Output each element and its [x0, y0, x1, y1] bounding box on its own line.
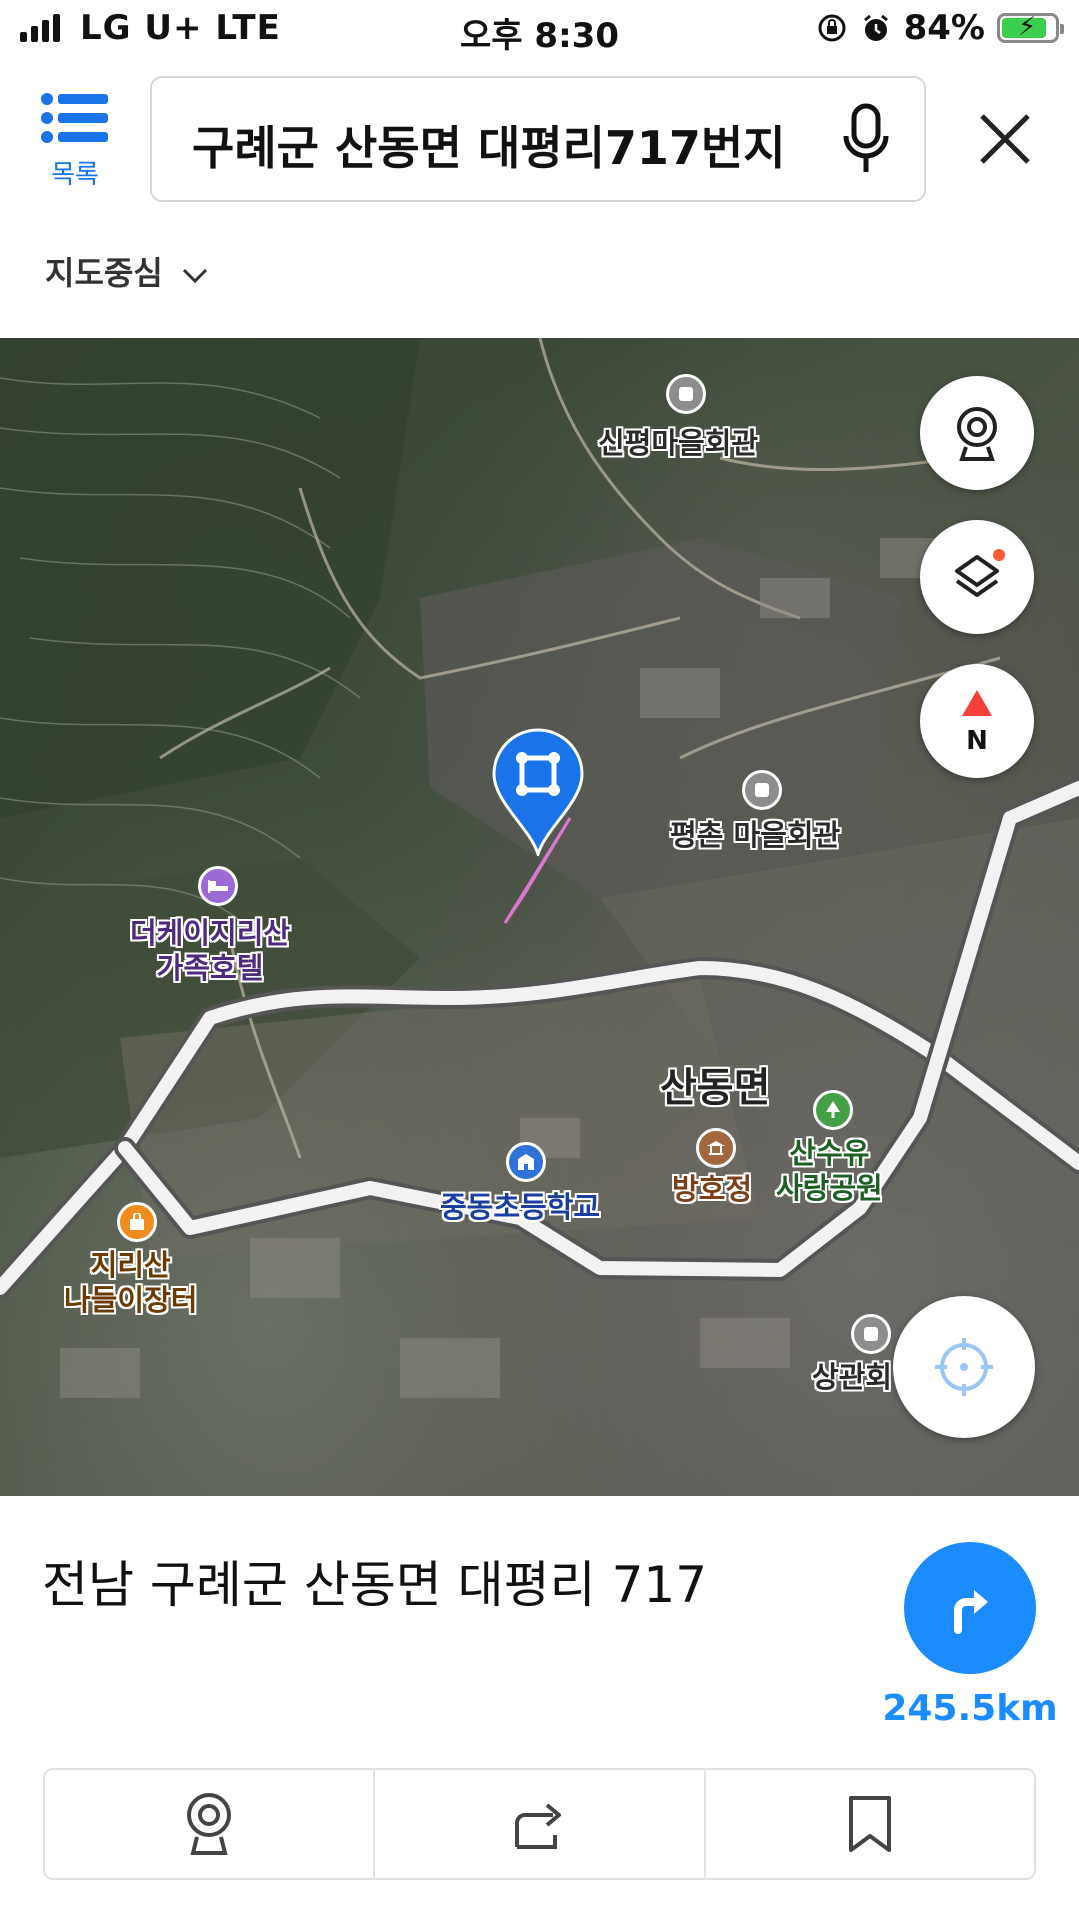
school-icon [518, 1154, 534, 1170]
shopping-marker[interactable] [117, 1202, 157, 1242]
tree-icon [826, 1101, 840, 1118]
action-bar [43, 1768, 1036, 1880]
village-hall-marker[interactable] [742, 770, 782, 810]
poi-label-park-line1: 산수유 [789, 1136, 870, 1170]
street-view-action[interactable] [45, 1770, 376, 1878]
compass-north-label: N [966, 726, 988, 756]
alarm-icon [863, 14, 888, 41]
map-layers-button[interactable] [920, 520, 1034, 634]
share-action[interactable] [375, 1770, 706, 1878]
list-icon [41, 93, 108, 143]
poi-label-hotel[interactable]: 더케이지리산 가족호텔 [130, 916, 290, 986]
village-hall-marker[interactable] [666, 374, 706, 414]
satellite-map[interactable]: 신평마을회관 평촌 마을회관 더케이지리산 가족호텔 산동면 산수유 사랑공원 … [0, 338, 1079, 1496]
poi-label-market-line2: 나들이장터 [64, 1282, 198, 1317]
pavilion-icon [707, 1141, 725, 1155]
poi-label-market-line1: 지리산 [90, 1248, 171, 1282]
bookmark-icon [848, 1796, 891, 1852]
microphone-icon[interactable] [838, 102, 894, 178]
share-icon [515, 1803, 562, 1849]
pavilion-marker[interactable] [696, 1128, 736, 1168]
layers-icon [955, 549, 1005, 597]
area-label-sandong: 산동면 [660, 1065, 771, 1111]
list-menu-label: 목록 [51, 160, 99, 190]
map-center-label: 지도중심 [45, 254, 163, 292]
poi-label-hotel-line2: 가족호텔 [156, 950, 264, 985]
status-bar: LG U+ LTE 오후 8:30 84% ⚡ [0, 0, 1079, 60]
search-field[interactable]: 구례군 산동면 대평리717번지 [150, 76, 926, 202]
map-center-dropdown[interactable]: 지도중심 [45, 248, 208, 294]
close-icon[interactable] [970, 104, 1040, 174]
search-query: 구례군 산동면 대평리717번지 [192, 121, 786, 175]
location-pin-icon[interactable] [490, 728, 586, 856]
bookmark-action[interactable] [706, 1770, 1034, 1878]
street-view-icon [187, 1793, 232, 1855]
poi-label-pyeongchon[interactable]: 평촌 마을회관 [670, 818, 840, 853]
street-view-button[interactable] [920, 376, 1034, 490]
crosshair-icon [935, 1338, 993, 1396]
chevron-down-icon [182, 268, 207, 284]
orientation-lock-icon [818, 14, 846, 42]
poi-label-park[interactable]: 산수유 사랑공원 [776, 1136, 883, 1206]
street-view-icon [957, 407, 997, 461]
battery-percent: 84% [903, 8, 985, 48]
poi-label-park-line2: 사랑공원 [776, 1170, 883, 1205]
school-marker[interactable] [506, 1142, 546, 1182]
shopping-bag-icon [130, 1213, 144, 1230]
turn-right-arrow-icon [954, 1590, 988, 1634]
village-hall-marker[interactable] [851, 1314, 891, 1354]
place-address: 전남 구례군 산동면 대평리 717 [42, 1556, 708, 1614]
battery-icon: ⚡ [997, 12, 1064, 43]
compass-arrow-icon [962, 690, 992, 716]
compass-button[interactable]: N [920, 664, 1034, 778]
poi-label-sanggwan[interactable]: 상관회 [812, 1360, 892, 1395]
bed-icon [208, 880, 228, 893]
poi-label-hotel-line1: 더케이지리산 [130, 916, 291, 950]
poi-label-banghojeong[interactable]: 방호정 [672, 1172, 752, 1207]
my-location-button[interactable] [893, 1296, 1035, 1438]
park-marker[interactable] [813, 1090, 853, 1130]
hotel-marker[interactable] [198, 866, 238, 906]
poi-label-sinpyeong[interactable]: 신평마을회관 [598, 426, 758, 461]
poi-label-school[interactable]: 중동초등학교 [440, 1190, 600, 1225]
list-menu-button[interactable]: 목록 [30, 92, 120, 202]
poi-label-market[interactable]: 지리산 나들이장터 [64, 1248, 197, 1318]
directions-button[interactable] [904, 1542, 1036, 1674]
distance-label: 245.5km [882, 1688, 1058, 1729]
